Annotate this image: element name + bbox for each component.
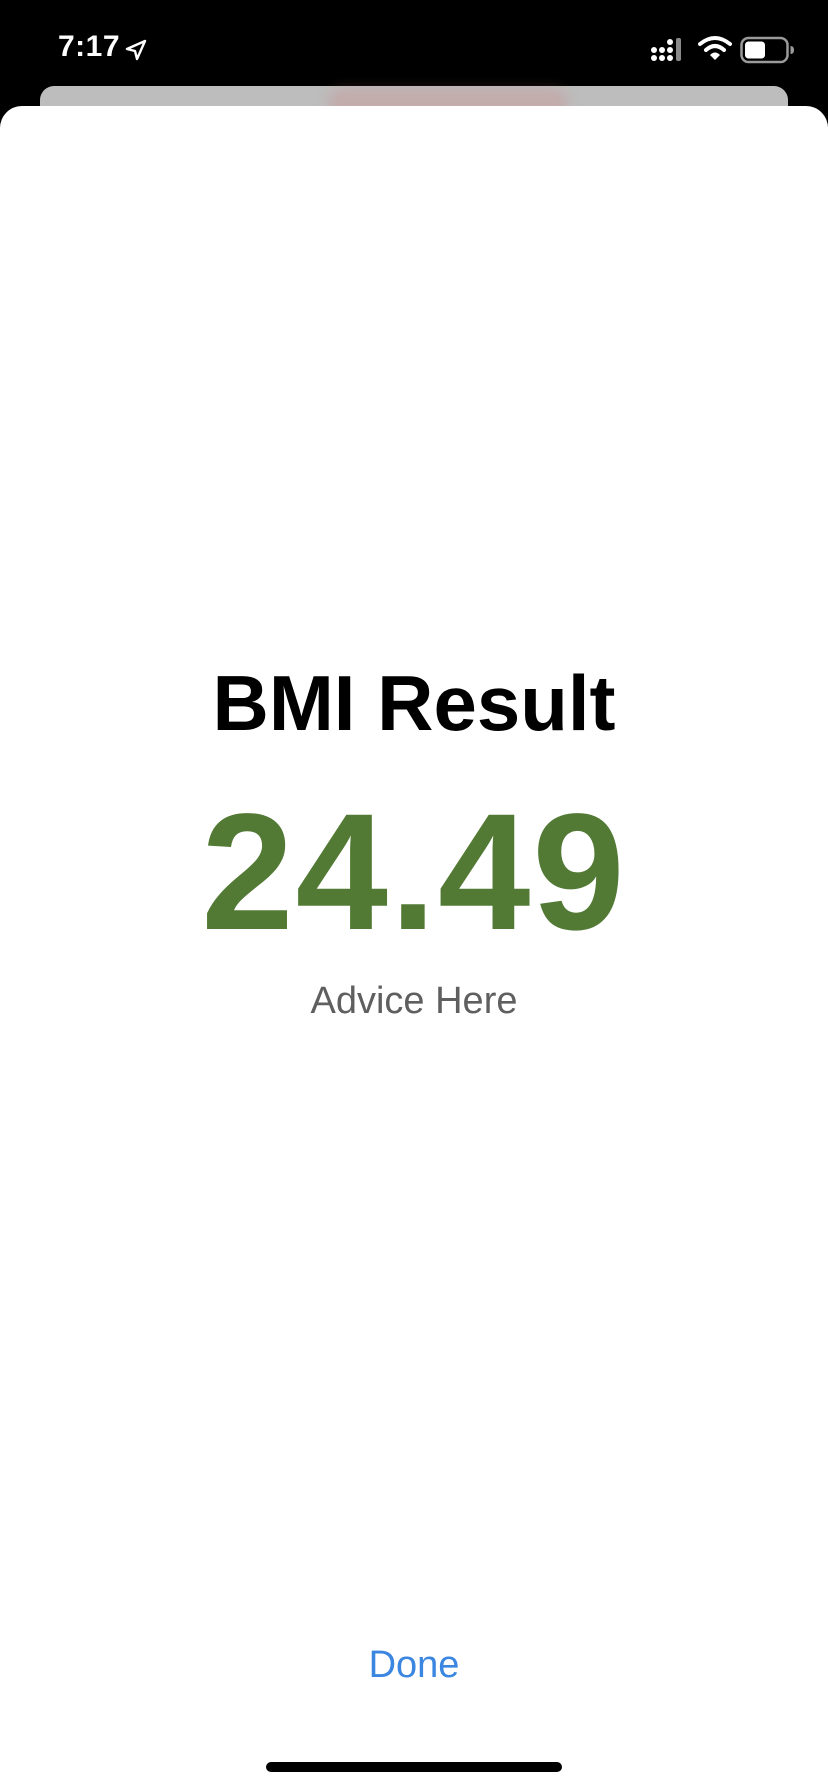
status-bar: 7:17 xyxy=(0,0,828,100)
location-arrow-icon xyxy=(125,39,147,61)
done-button[interactable]: Done xyxy=(314,1630,514,1700)
status-time: 7:17 xyxy=(58,30,121,63)
battery-icon xyxy=(740,36,794,64)
result-title: BMI Result xyxy=(212,659,616,747)
advice-text: Advice Here xyxy=(310,980,518,1022)
wifi-icon xyxy=(698,36,732,60)
signal-icon xyxy=(651,38,681,61)
bmi-value: 24.49 xyxy=(201,780,627,965)
home-indicator xyxy=(266,1762,562,1772)
